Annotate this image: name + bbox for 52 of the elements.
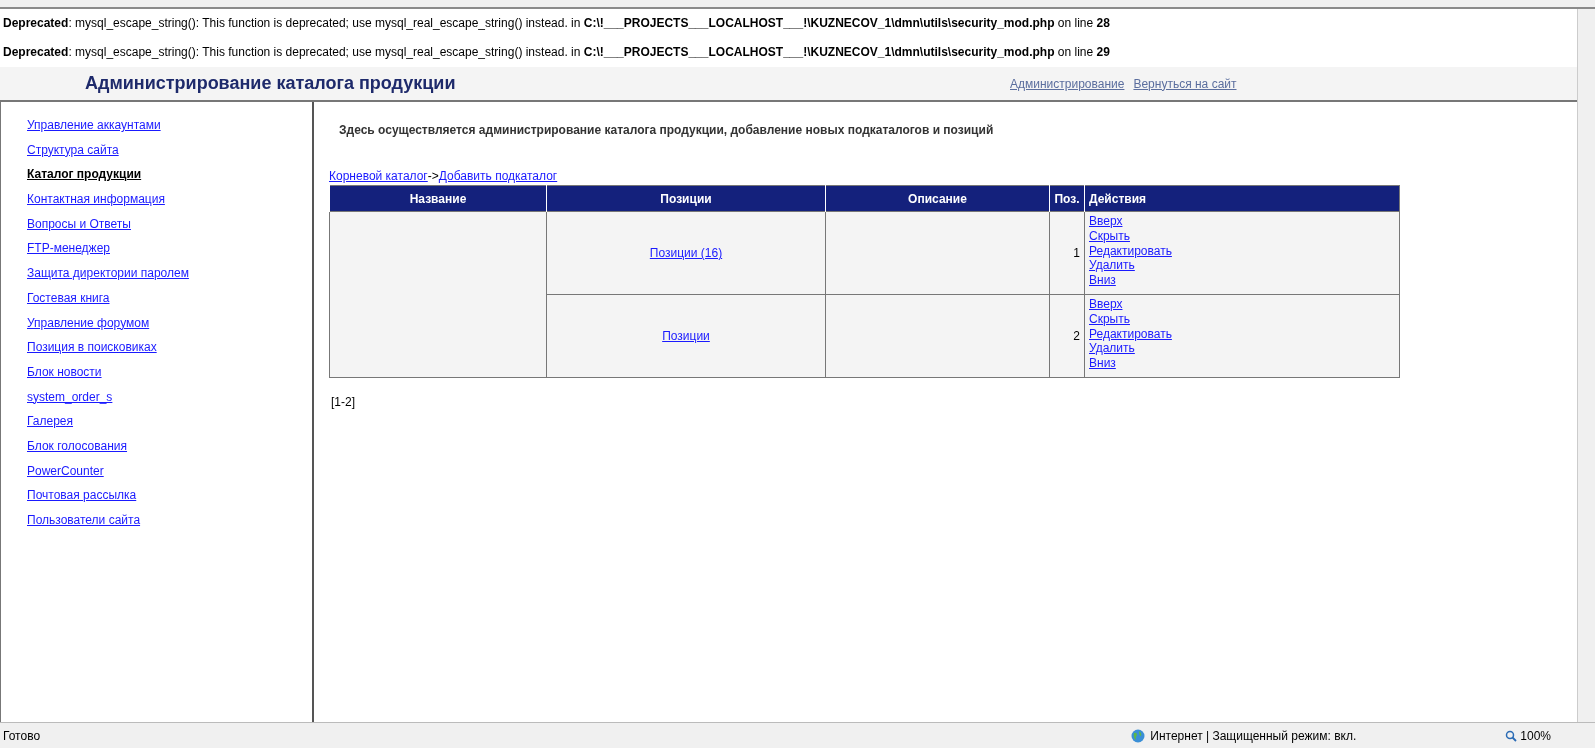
header-link[interactable]: Администрирование <box>1010 76 1125 91</box>
positions-link[interactable]: Позиции <box>662 329 710 343</box>
scrollbar[interactable] <box>1577 9 1595 722</box>
pager-text: [1-2] <box>331 395 356 409</box>
security-zone-text: Интернет | Защищенный режим: вкл. <box>1150 728 1357 743</box>
sidebar-link[interactable]: Блок голосования <box>27 438 128 454</box>
sidebar-link[interactable]: Управление форумом <box>27 315 150 330</box>
breadcrumb-separator: -> <box>427 169 439 183</box>
globe-icon <box>1131 728 1146 743</box>
sidebar-link[interactable]: Защита директории паролем <box>27 266 189 281</box>
sidebar-link[interactable]: Блок новости <box>27 364 102 380</box>
action-link[interactable]: Скрыть <box>1089 228 1130 244</box>
column-header: Позиции <box>546 185 826 212</box>
page-title: Администрирование каталога продукции <box>85 73 457 94</box>
sidebar-link[interactable]: Почтовая рассылка <box>27 488 137 503</box>
positions-link[interactable]: Позиции (16) <box>649 246 723 260</box>
sidebar-link[interactable]: Пользователи сайта <box>27 513 141 528</box>
breadcrumb-link[interactable]: Корневой каталог <box>329 169 428 183</box>
action-link[interactable]: Удалить <box>1089 258 1135 274</box>
column-header: Действия <box>1084 185 1400 212</box>
warning-message: Deprecated: mysql_escape_string(): This function is deprecated; use mysql_real_escape_string() instead. in C:\!___PROJECTS___LOCALHOST___!\KUZNECOV_1\dmn\utils\security_mod.php on line 29 <box>2 44 1111 61</box>
column-header: Название <box>329 185 547 212</box>
action-link[interactable]: Вниз <box>1089 356 1116 371</box>
action-link[interactable]: Скрыть <box>1089 311 1130 327</box>
sidebar-link[interactable]: Позиция в поисковиках <box>27 340 157 355</box>
action-link[interactable]: Удалить <box>1089 341 1135 357</box>
sidebar-link[interactable]: Структура сайта <box>27 142 119 158</box>
position-number: 2 <box>1073 329 1080 343</box>
sidebar-link[interactable]: Гостевая книга <box>27 290 110 306</box>
zoom-control[interactable]: 100% <box>1501 726 1555 745</box>
action-link[interactable]: Редактировать <box>1089 243 1172 259</box>
column-header: Описание <box>825 185 1050 212</box>
sidebar-link[interactable]: FTP-менеджер <box>27 241 110 256</box>
sidebar-link[interactable]: Вопросы и Ответы <box>27 216 131 232</box>
position-number: 1 <box>1073 246 1080 260</box>
sidebar-link[interactable]: Каталог продукции <box>27 167 142 182</box>
sidebar-link[interactable]: Управление аккаунтами <box>27 118 161 133</box>
sidebar-link[interactable]: Контактная информация <box>27 192 165 207</box>
header-link[interactable]: Вернуться на сайт <box>1133 76 1237 91</box>
action-link[interactable]: Вверх <box>1089 297 1123 312</box>
column-header: Поз. <box>1049 185 1085 212</box>
action-link[interactable]: Вниз <box>1089 273 1116 288</box>
status-text: Готово <box>3 728 41 743</box>
zoom-icon <box>1505 729 1518 742</box>
breadcrumb-link[interactable]: Добавить подкаталог <box>438 169 558 183</box>
sidebar-link[interactable]: PowerCounter <box>27 463 104 479</box>
sidebar-link[interactable]: Галерея <box>27 414 74 429</box>
intro-text: Здесь осуществляется администрирование каталога продукции, добавление новых подкаталогов и позиций <box>339 123 995 137</box>
warning-message: Deprecated: mysql_escape_string(): This function is deprecated; use mysql_real_escape_string() instead. in C:\!___PROJECTS___LOCALHOST___!\KUZNECOV_1\dmn\utils\security_mod.php on line 28 <box>2 15 1111 32</box>
action-link[interactable]: Редактировать <box>1089 326 1172 342</box>
sidebar-link[interactable]: system_order_s <box>27 389 113 405</box>
action-link[interactable]: Вверх <box>1089 214 1123 229</box>
